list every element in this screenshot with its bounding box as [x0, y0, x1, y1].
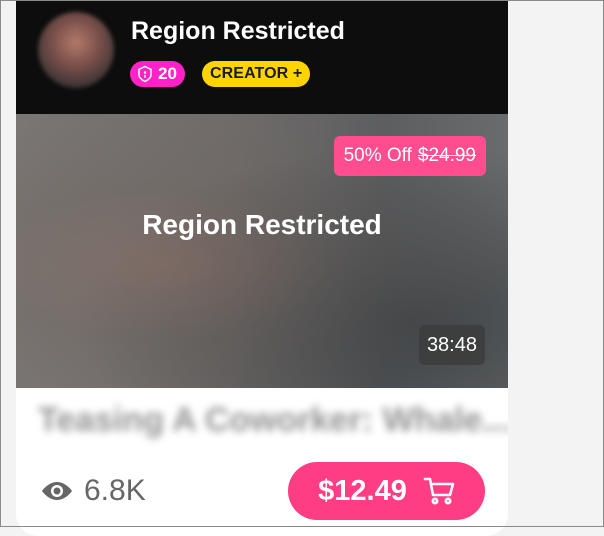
discount-label: 50% Off [343, 145, 412, 166]
video-count-badge: 20 [130, 61, 185, 87]
duration-badge: 38:48 [418, 325, 485, 365]
video-title[interactable]: Teasing A Coworker: Whale... [38, 401, 508, 440]
video-thumbnail[interactable]: 50% Off $24.99 Region Restricted 38:48 [16, 114, 508, 388]
creator-avatar[interactable] [38, 12, 114, 88]
buy-button[interactable]: $12.49 [288, 462, 485, 520]
video-card[interactable]: Region Restricted 20 CREATOR + 50% Off $… [16, 0, 508, 536]
view-count: 6.8K [38, 474, 146, 508]
discount-badge: 50% Off $24.99 [333, 136, 486, 176]
original-price: $24.99 [417, 145, 476, 166]
thumbnail-overlay-title: Region Restricted [142, 209, 382, 240]
video-count: 20 [158, 64, 177, 83]
video-lock-icon [138, 65, 152, 83]
card-header: Region Restricted 20 CREATOR + [16, 0, 508, 114]
price-label: $12.49 [318, 474, 407, 507]
creator-name[interactable]: Region Restricted [131, 17, 345, 46]
eye-icon [42, 482, 72, 500]
creator-tier-badge: CREATOR + [202, 61, 311, 87]
cart-icon [423, 477, 455, 505]
views-value: 6.8K [84, 474, 146, 507]
